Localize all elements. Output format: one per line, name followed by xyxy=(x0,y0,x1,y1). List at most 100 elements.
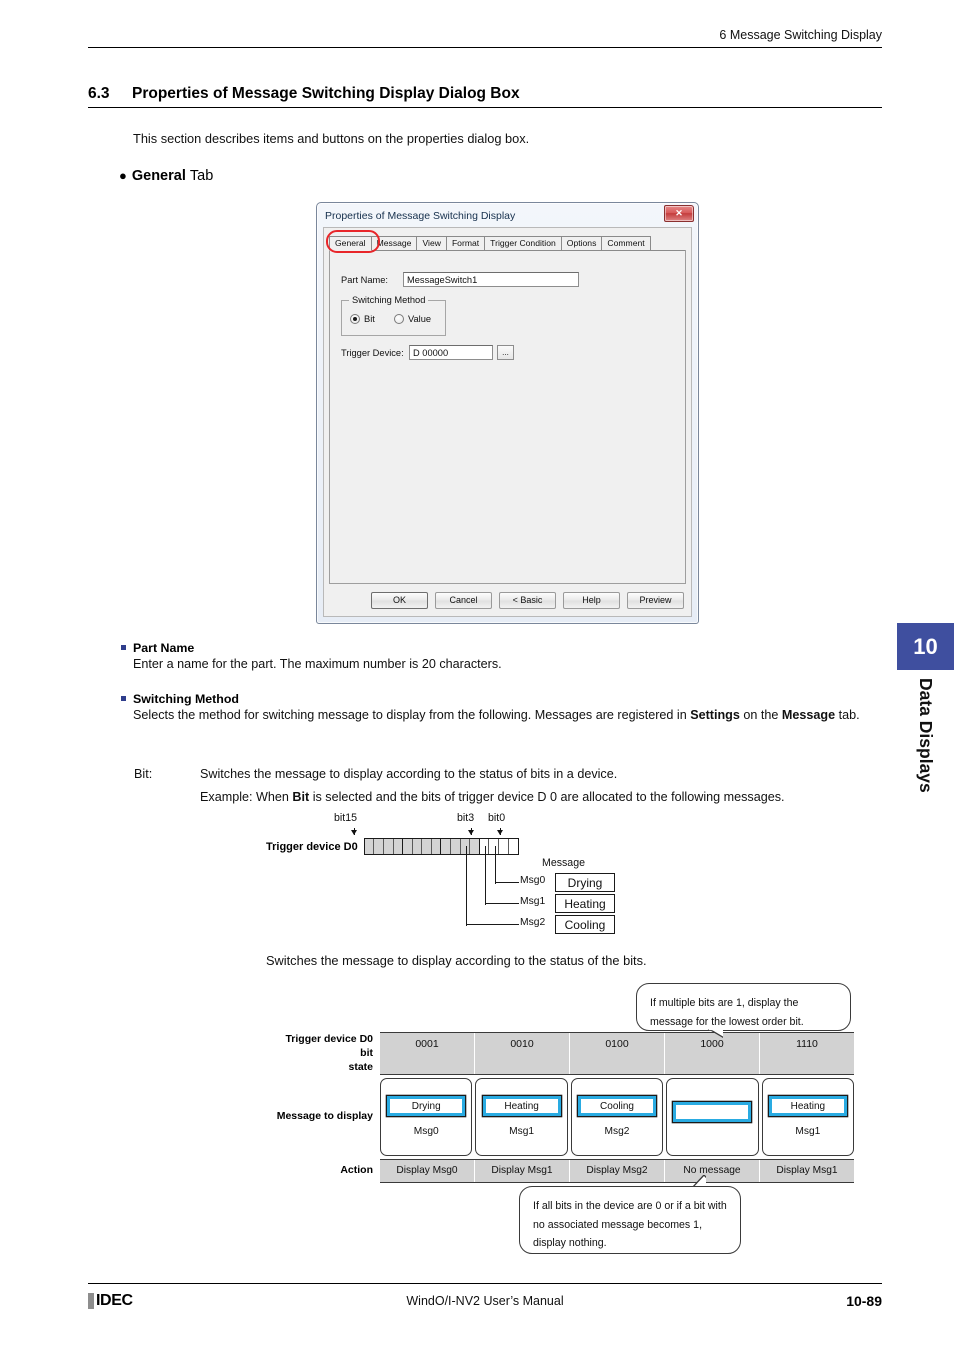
radio-value-knob-icon xyxy=(394,314,404,324)
leader-line-msg0 xyxy=(495,846,497,884)
register-cell xyxy=(374,839,384,854)
dialog-body: General Message View Format Trigger Cond… xyxy=(323,227,692,617)
part-name-label: Part Name: xyxy=(341,274,389,285)
bit-definition-row: Bit: Switches the message to display acco… xyxy=(134,765,617,785)
message-tag: Msg1 xyxy=(795,1126,821,1138)
dialog-buttons: OK Cancel < Basic Help Preview xyxy=(329,589,686,611)
register-cell xyxy=(393,839,404,854)
lcd-display: Heating xyxy=(768,1096,847,1117)
trigger-device-browse-button[interactable]: ... xyxy=(497,345,514,360)
msg1-tag: Msg1 xyxy=(520,896,546,907)
general-tab-heading: ● General Tab xyxy=(119,168,213,184)
trigger-register-row: Trigger device D0 xyxy=(266,838,746,855)
register-cell xyxy=(383,839,394,854)
action-cell: No message xyxy=(665,1159,760,1182)
bit-state-cell: 1110 xyxy=(796,1038,818,1050)
register-cell xyxy=(441,839,452,854)
tab-format[interactable]: Format xyxy=(445,235,486,250)
register-cell xyxy=(403,839,413,854)
example-bold: Bit xyxy=(292,790,310,804)
part-name-input[interactable]: MessageSwitch1 xyxy=(403,272,579,287)
bit-state-row-label-line1: Trigger device D0 bit xyxy=(285,1033,373,1060)
leader-line-msg2 xyxy=(466,846,468,926)
sm-body-message: Message xyxy=(781,708,836,722)
running-head: 6 Message Switching Display xyxy=(719,28,882,42)
message-tag: Msg0 xyxy=(413,1126,439,1138)
switching-method-block-body: Selects the method for switching message… xyxy=(133,706,883,726)
action-cell: Display Msg1 xyxy=(776,1164,838,1176)
register-cell xyxy=(364,839,375,854)
part-name-block-title-text: Part Name xyxy=(133,641,195,655)
message-allocation-map: Message Msg0 Msg1 Msg2 Drying Heating Co… xyxy=(266,846,746,952)
trigger-device-label: Trigger Device: xyxy=(341,347,404,358)
sm-body-part3: tab. xyxy=(835,708,860,722)
lcd-display: Cooling xyxy=(578,1096,657,1117)
page-number: 10-89 xyxy=(846,1293,882,1309)
bit0-label: bit0 xyxy=(488,812,506,824)
register-cell xyxy=(508,839,519,854)
switching-method-block-title: Switching Method xyxy=(121,692,883,706)
bit-state-cell: 0001 xyxy=(380,1033,475,1074)
register-cell xyxy=(412,839,423,854)
message-display-cell: Heating Msg1 xyxy=(761,1077,855,1156)
part-name-block-title: Part Name xyxy=(121,641,883,655)
lcd-display-empty xyxy=(673,1101,752,1122)
tab-message[interactable]: Message xyxy=(370,235,418,250)
radio-bit-knob-icon xyxy=(350,314,360,324)
cancel-button[interactable]: Cancel xyxy=(435,591,492,609)
register-cell xyxy=(470,839,480,854)
message-box-cooling: Cooling xyxy=(555,915,615,934)
tab-options[interactable]: Options xyxy=(560,235,603,250)
bit-status-paragraph: Switches the message to display accordin… xyxy=(266,953,647,968)
action-cell: Display Msg1 xyxy=(475,1159,570,1182)
general-tab-heading-bold: General xyxy=(131,168,186,184)
bit3-arrow-icon xyxy=(468,828,474,835)
tab-trigger-condition[interactable]: Trigger Condition xyxy=(484,235,562,250)
switching-method-label: Switching Method xyxy=(349,295,429,305)
part-name-block: Part Name Enter a name for the part. The… xyxy=(121,641,883,675)
square-bullet-icon xyxy=(121,696,126,701)
lcd-display: Drying xyxy=(387,1096,466,1117)
tab-comment[interactable]: Comment xyxy=(601,235,651,250)
section-number: 6.3 xyxy=(88,85,110,102)
radio-value[interactable]: Value xyxy=(394,314,431,324)
action-cell: Display Msg2 xyxy=(570,1159,665,1182)
switching-method-group: Switching Method Bit Value xyxy=(341,295,446,336)
close-icon[interactable]: ✕ xyxy=(664,205,694,222)
trigger-register-label: Trigger device D0 xyxy=(266,840,358,853)
register-cell xyxy=(451,839,461,854)
tab-view[interactable]: View xyxy=(416,235,447,250)
bit-state-table-diagram: Trigger device D0 bit state 0001 0010 01… xyxy=(276,1032,855,1183)
sm-body-part1: Selects the method for switching message… xyxy=(133,708,691,722)
help-button[interactable]: Help xyxy=(563,591,620,609)
message-display-cell: Heating Msg1 xyxy=(475,1077,568,1156)
general-tab-heading-rest: Tab xyxy=(189,168,214,184)
bit-example-row: Example: When Bit is selected and the bi… xyxy=(200,788,785,808)
properties-dialog-image: Properties of Message Switching Display … xyxy=(316,202,699,624)
trigger-device-input[interactable]: D 00000 xyxy=(409,345,493,360)
dialog-tabstrip: General Message View Format Trigger Cond… xyxy=(329,234,686,251)
section-title: Properties of Message Switching Display … xyxy=(132,85,520,102)
switching-method-block: Switching Method Selects the method for … xyxy=(121,692,883,726)
example-post: is selected and the bits of trigger devi… xyxy=(309,790,785,804)
message-box-drying: Drying xyxy=(555,873,615,892)
message-tag: Msg1 xyxy=(509,1126,535,1138)
basic-button[interactable]: < Basic xyxy=(499,591,556,609)
callout-multiple-bits-tail xyxy=(707,1029,723,1042)
bit-term: Bit: xyxy=(134,767,153,781)
ok-button[interactable]: OK xyxy=(371,591,428,609)
tab-general[interactable]: General xyxy=(329,235,372,251)
chapter-side-tab: 10 Data Displays xyxy=(897,623,954,855)
section-heading: 6.3 Properties of Message Switching Disp… xyxy=(88,85,882,108)
radio-bit[interactable]: Bit xyxy=(350,314,375,324)
bit-allocation-diagram: bit15 bit3 bit0 Trigger device D0 Messag… xyxy=(266,812,746,934)
sm-body-settings: Settings xyxy=(690,708,740,722)
properties-dialog: Properties of Message Switching Display … xyxy=(316,202,699,624)
bit0-arrow-icon xyxy=(497,828,503,835)
bit-state-row: Trigger device D0 bit state 0001 0010 01… xyxy=(276,1032,854,1075)
bit-description: Switches the message to display accordin… xyxy=(200,767,618,781)
bit3-label: bit3 xyxy=(457,812,475,824)
page-header: 6 Message Switching Display xyxy=(88,28,882,48)
radio-value-label: Value xyxy=(408,314,432,324)
preview-button[interactable]: Preview xyxy=(627,591,684,609)
